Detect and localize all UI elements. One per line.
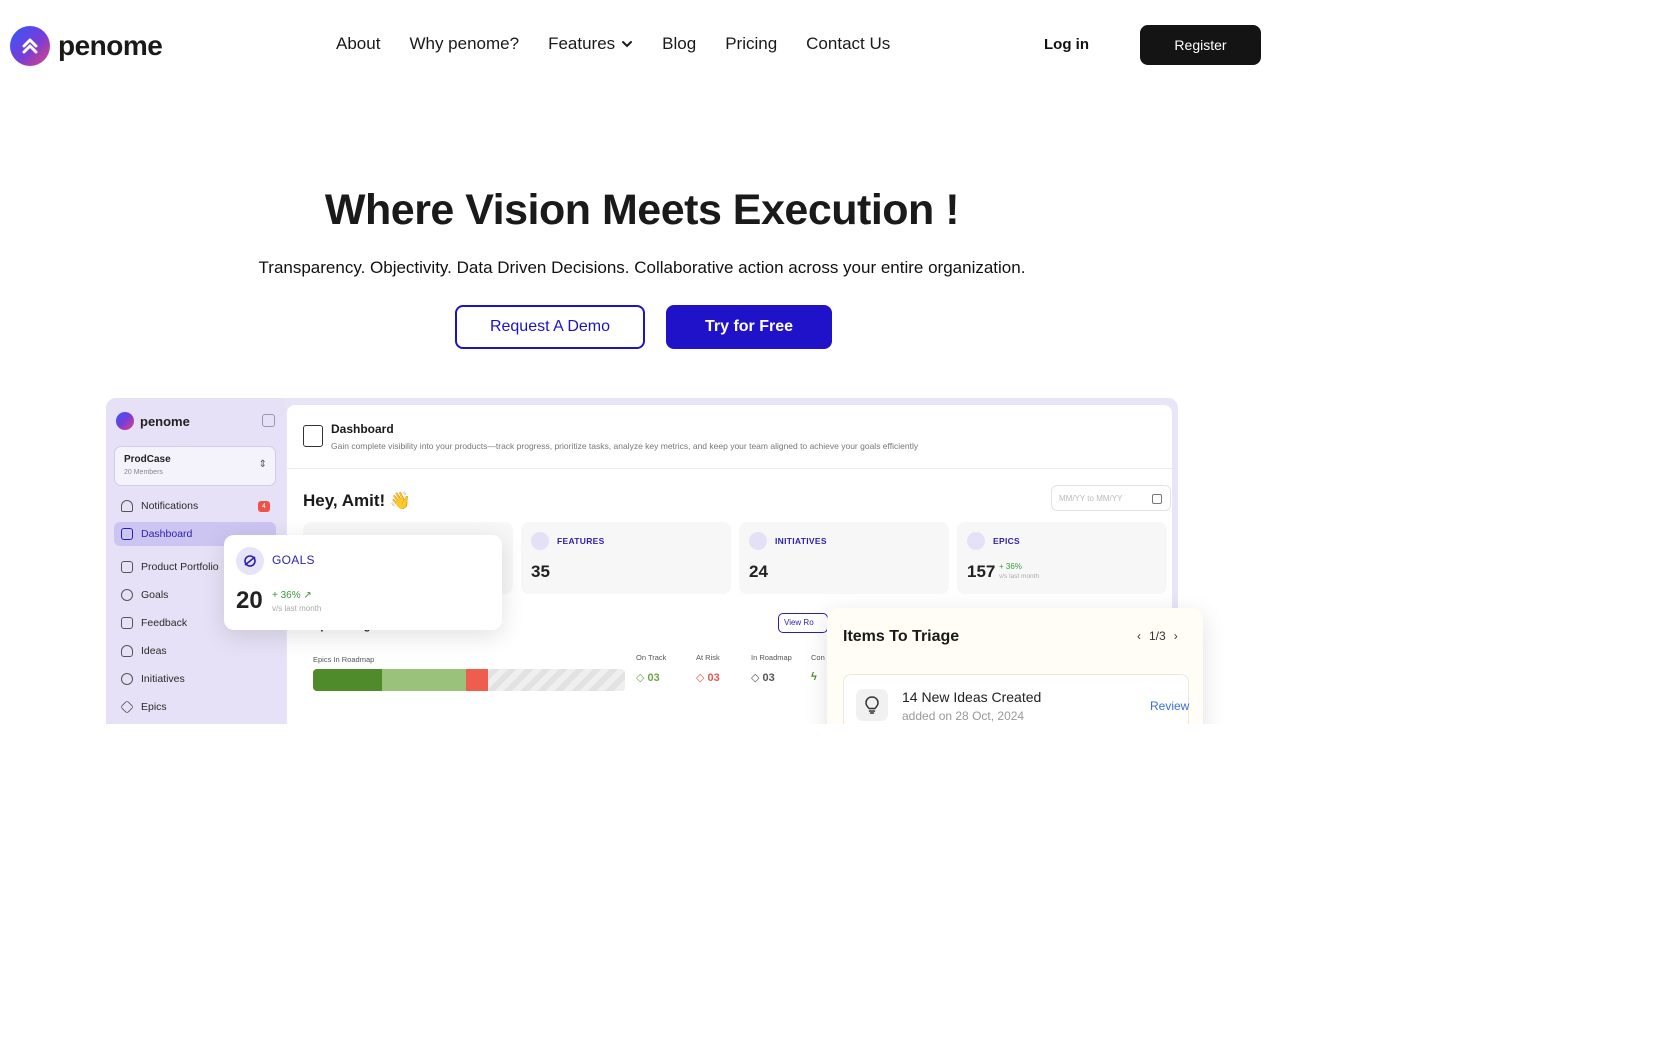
progress-segment-1 xyxy=(382,669,466,691)
login-link[interactable]: Log in xyxy=(1044,36,1089,53)
site-header: penome About Why penome? Features Blog P… xyxy=(0,0,1680,92)
stat-value-on-track: ◇ 03 xyxy=(636,672,660,684)
nav-features[interactable]: Features xyxy=(548,34,633,54)
triage-item[interactable]: 14 New Ideas Created added on 28 Oct, 20… xyxy=(843,674,1189,724)
workspace-name: ProdCase xyxy=(124,454,171,465)
kpi-card-initiatives[interactable]: INITIATIVES 24 xyxy=(739,522,949,594)
penome-logo-icon xyxy=(116,412,134,430)
triage-page-indicator: 1/3 xyxy=(1149,629,1166,643)
calendar-icon xyxy=(1152,494,1162,504)
kpi-card-features[interactable]: FEATURES 35 xyxy=(521,522,731,594)
chevron-left-icon[interactable]: ‹ xyxy=(1137,629,1141,643)
epics-progress-bar xyxy=(313,669,625,691)
workspace-switcher[interactable]: ProdCase 20 Members ⇕ xyxy=(114,446,276,486)
try-for-free-button[interactable]: Try for Free xyxy=(666,305,832,349)
target-icon xyxy=(236,547,264,575)
target-icon xyxy=(121,589,133,601)
triage-item-date: added on 28 Oct, 2024 xyxy=(902,709,1025,723)
request-demo-button[interactable]: Request A Demo xyxy=(455,305,645,349)
nav-contact-us[interactable]: Contact Us xyxy=(806,34,890,54)
progress-segment-0 xyxy=(313,669,382,691)
chevron-updown-icon: ⇕ xyxy=(258,459,267,470)
progress-segment-2 xyxy=(466,669,488,691)
dashboard-icon xyxy=(121,528,133,540)
stat-label-on-track: On Track xyxy=(636,653,667,662)
date-range-input[interactable]: MM/YY to MM/YY xyxy=(1051,485,1171,511)
sidebar-item-ideas[interactable]: Ideas xyxy=(114,639,276,663)
hero-title: Where Vision Meets Execution ! xyxy=(324,186,960,234)
brand-logo[interactable]: penome xyxy=(10,26,163,66)
divider xyxy=(287,468,1172,469)
kpi-card-epics[interactable]: EPICS 157 + 36% v/s last month xyxy=(957,522,1167,594)
stat-label-at-risk: At Risk xyxy=(696,653,720,662)
mock-brand: penome xyxy=(116,412,190,430)
main-nav: About Why penome? Features Blog Pricing … xyxy=(336,34,890,54)
greeting: Hey, Amit! 👋 xyxy=(303,491,412,510)
workspace-members: 20 Members xyxy=(124,469,163,476)
nav-pricing[interactable]: Pricing xyxy=(725,34,777,54)
collapse-sidebar-icon[interactable] xyxy=(262,414,275,427)
bell-icon xyxy=(121,500,133,512)
goals-delta-meta: v/s last month xyxy=(272,604,322,613)
lightning-icon: ϟ xyxy=(811,671,817,683)
triage-pager: ‹ 1/3 › xyxy=(1137,629,1178,643)
triage-item-name: 14 New Ideas Created xyxy=(902,689,1042,705)
goals-kpi-card[interactable]: GOALS 20 + 36% ↗ v/s last month xyxy=(224,535,502,630)
sidebar-item-initiatives[interactable]: Initiatives xyxy=(114,667,276,691)
dashboard-subtitle: Gain complete visibility into your produ… xyxy=(331,441,919,451)
brand-name: penome xyxy=(58,30,163,61)
stat-label-completed: Con xyxy=(811,653,825,662)
goals-value: 20 xyxy=(236,587,263,614)
stat-value-at-risk: ◇ 03 xyxy=(696,672,720,684)
triage-title: Items To Triage xyxy=(843,628,960,645)
chevron-down-icon xyxy=(622,41,633,48)
nav-about[interactable]: About xyxy=(336,34,380,54)
pie-chart-icon xyxy=(749,532,767,550)
grid-icon xyxy=(121,561,133,573)
stat-label-in-roadmap: In Roadmap xyxy=(751,653,792,662)
lightbulb-icon xyxy=(121,645,133,657)
goals-delta: + 36% ↗ xyxy=(272,590,312,601)
nav-why-penome[interactable]: Why penome? xyxy=(409,34,519,54)
stat-value-in-roadmap: ◇ 03 xyxy=(751,672,775,684)
notification-badge: 4 xyxy=(258,501,270,512)
register-button[interactable]: Register xyxy=(1140,25,1261,65)
lightbulb-icon xyxy=(856,689,888,721)
layout-icon xyxy=(303,425,323,447)
lightning-icon xyxy=(120,700,134,714)
bar-label: Epics In Roadmap xyxy=(313,655,375,664)
penome-logo-icon xyxy=(10,26,50,66)
hero-subtitle: Transparency. Objectivity. Data Driven D… xyxy=(258,258,1026,277)
link-icon xyxy=(531,532,549,550)
items-to-triage-card: Items To Triage ‹ 1/3 › 14 New Ideas Cre… xyxy=(827,608,1203,724)
view-roadmap-button[interactable]: View Ro xyxy=(778,613,828,633)
dashboard-title: Dashboard xyxy=(331,422,394,436)
goals-label: GOALS xyxy=(272,553,315,567)
lightning-icon xyxy=(967,532,985,550)
sidebar-item-epics[interactable]: Epics xyxy=(114,695,276,719)
nav-blog[interactable]: Blog xyxy=(662,34,696,54)
review-link[interactable]: Review xyxy=(1150,699,1189,713)
message-icon xyxy=(121,617,133,629)
sidebar-item-notifications[interactable]: Notifications 4 xyxy=(114,494,276,518)
pie-chart-icon xyxy=(121,673,133,685)
trend-up-icon: ↗ xyxy=(303,590,312,601)
chevron-right-icon[interactable]: › xyxy=(1174,629,1178,643)
